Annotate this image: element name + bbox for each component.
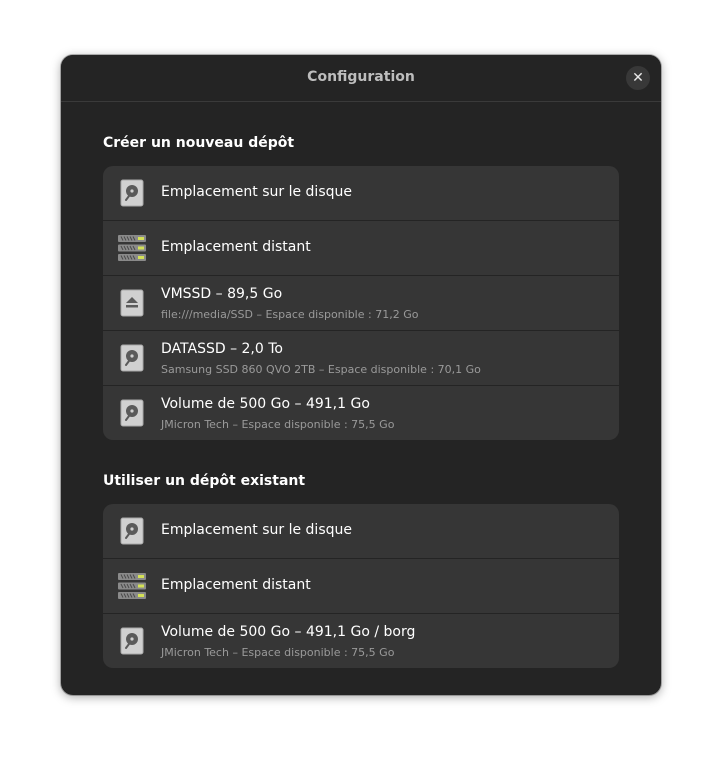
create-volume-500-row[interactable]: Volume de 500 Go – 491,1 Go JMicron Tech…: [103, 386, 619, 440]
row-label: Emplacement sur le disque: [161, 522, 352, 538]
create-local-location-row[interactable]: Emplacement sur le disque: [103, 166, 619, 221]
row-subtitle: JMicron Tech – Espace disponible : 75,5 …: [161, 646, 395, 659]
create-datassd-row[interactable]: DATASSD – 2,0 To Samsung SSD 860 QVO 2TB…: [103, 331, 619, 386]
row-label: Emplacement distant: [161, 239, 311, 255]
row-label: Emplacement distant: [161, 577, 311, 593]
network-server-icon: [118, 572, 146, 600]
close-icon: ✕: [632, 70, 644, 86]
close-button[interactable]: ✕: [626, 66, 650, 90]
drive-harddisk-icon: [118, 627, 146, 655]
row-subtitle: file:///media/SSD – Espace disponible : …: [161, 308, 419, 321]
existing-section-title: Utiliser un dépôt existant: [103, 473, 306, 489]
row-label: VMSSD – 89,5 Go: [161, 286, 283, 302]
create-remote-location-row[interactable]: Emplacement distant: [103, 221, 619, 276]
existing-repository-list: Emplacement sur le disque Emplacement di…: [103, 504, 619, 668]
drive-harddisk-icon: [118, 179, 146, 207]
row-subtitle: Samsung SSD 860 QVO 2TB – Espace disponi…: [161, 363, 481, 376]
drive-harddisk-icon: [118, 344, 146, 372]
create-repository-list: Emplacement sur le disque Emplacement di…: [103, 166, 619, 440]
existing-remote-location-row[interactable]: Emplacement distant: [103, 559, 619, 614]
create-section-title: Créer un nouveau dépôt: [103, 135, 295, 151]
drive-harddisk-icon: [118, 399, 146, 427]
create-vmssd-row[interactable]: VMSSD – 89,5 Go file:///media/SSD – Espa…: [103, 276, 619, 331]
configuration-dialog: Configuration ✕ Créer un nouveau dépôt E…: [61, 55, 661, 695]
row-label: DATASSD – 2,0 To: [161, 341, 283, 357]
drive-harddisk-icon: [118, 517, 146, 545]
existing-volume-borg-row[interactable]: Volume de 500 Go – 491,1 Go / borg JMicr…: [103, 614, 619, 668]
eject-drive-icon: [118, 289, 146, 317]
row-label: Volume de 500 Go – 491,1 Go: [161, 396, 370, 412]
header-bar: Configuration ✕: [61, 55, 661, 102]
row-subtitle: JMicron Tech – Espace disponible : 75,5 …: [161, 418, 395, 431]
existing-local-location-row[interactable]: Emplacement sur le disque: [103, 504, 619, 559]
row-label: Volume de 500 Go – 491,1 Go / borg: [161, 624, 416, 640]
dialog-title: Configuration: [307, 69, 415, 85]
network-server-icon: [118, 234, 146, 262]
row-label: Emplacement sur le disque: [161, 184, 352, 200]
